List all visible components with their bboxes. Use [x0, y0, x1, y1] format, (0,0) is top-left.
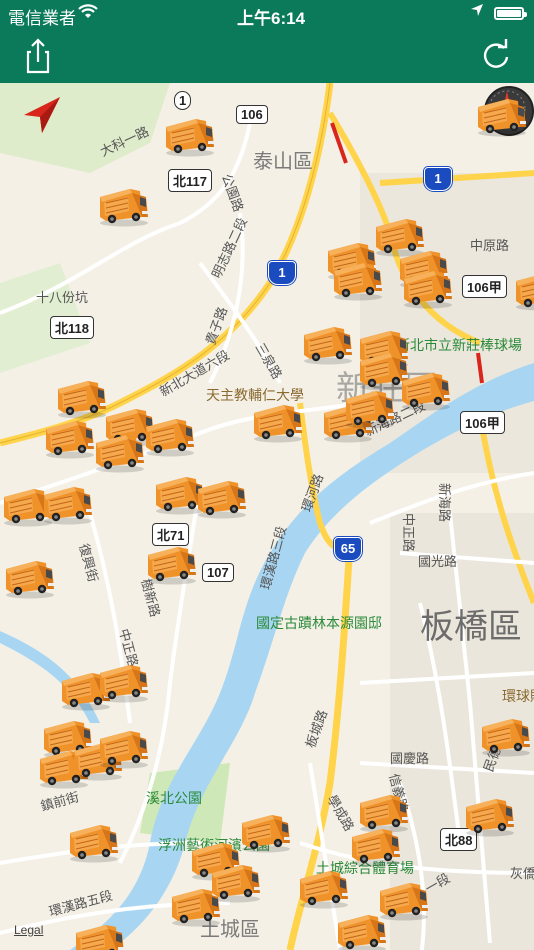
poi-label: 國定古蹟林本源園邸 [256, 615, 382, 631]
garbage-truck-icon [296, 863, 352, 909]
locate-me-button[interactable] [20, 95, 62, 137]
road-label: 中原路 [470, 238, 510, 253]
garbage-truck-marker[interactable] [144, 539, 200, 585]
garbage-truck-marker[interactable] [250, 397, 306, 443]
garbage-truck-marker[interactable] [162, 111, 218, 157]
garbage-truck-icon [72, 917, 128, 950]
garbage-truck-icon [142, 411, 198, 457]
garbage-truck-marker[interactable] [348, 821, 404, 867]
poi-label: 新北市立新莊棒球場 [396, 337, 522, 353]
road-label: 國慶路 [390, 751, 430, 766]
garbage-truck-marker[interactable] [238, 807, 294, 853]
garbage-truck-marker[interactable] [142, 411, 198, 457]
road-label: 十八份坑 [36, 290, 89, 305]
refresh-button[interactable] [476, 36, 516, 76]
garbage-truck-icon [250, 397, 306, 443]
garbage-truck-icon [96, 723, 152, 769]
garbage-truck-icon [512, 265, 534, 311]
poi-label: 環球購 [502, 688, 534, 704]
garbage-truck-icon [42, 413, 98, 459]
freeway-shield: 65 [334, 537, 362, 561]
garbage-truck-icon [40, 479, 96, 525]
road-label: 灰僑 [510, 866, 534, 881]
clock: 上午6:14 [237, 9, 306, 28]
garbage-truck-icon [398, 365, 454, 411]
route-shield: 1 [174, 91, 192, 110]
battery-icon [494, 7, 527, 20]
garbage-truck-icon [330, 255, 386, 301]
garbage-truck-marker[interactable] [2, 553, 58, 599]
garbage-truck-icon [144, 539, 200, 585]
garbage-truck-marker[interactable] [398, 365, 454, 411]
garbage-truck-marker[interactable] [96, 181, 152, 227]
garbage-truck-marker[interactable] [462, 791, 518, 837]
garbage-truck-marker[interactable] [300, 319, 356, 365]
freeway-shield: 1 [424, 167, 452, 191]
garbage-truck-marker[interactable] [342, 383, 398, 429]
garbage-truck-marker[interactable] [66, 817, 122, 863]
garbage-truck-marker[interactable] [512, 265, 534, 311]
garbage-truck-marker[interactable] [330, 255, 386, 301]
garbage-truck-icon [2, 553, 58, 599]
garbage-truck-icon [300, 319, 356, 365]
carrier-label: 電信業者 [8, 9, 76, 28]
garbage-truck-icon [462, 791, 518, 837]
garbage-truck-icon [92, 427, 148, 473]
garbage-truck-icon [238, 807, 294, 853]
garbage-truck-icon [96, 181, 152, 227]
garbage-truck-icon [96, 657, 152, 703]
garbage-truck-marker[interactable] [96, 723, 152, 769]
map-view[interactable]: 泰山區 板橋區 新莊區 土城區 大科一路 公園路 明志路二段 十八份坑 貴子路 … [0, 83, 534, 950]
garbage-truck-marker[interactable] [474, 91, 530, 137]
garbage-truck-marker[interactable] [168, 881, 224, 927]
garbage-truck-icon [348, 821, 404, 867]
road-label: 國光路 [418, 554, 458, 569]
refresh-icon [483, 39, 509, 68]
freeway-shield: 1 [268, 261, 296, 285]
garbage-truck-marker[interactable] [92, 427, 148, 473]
garbage-truck-icon [334, 907, 390, 950]
garbage-truck-marker[interactable] [96, 657, 152, 703]
navigation-bar [0, 28, 534, 83]
route-shield: 北117 [168, 169, 212, 192]
garbage-truck-icon [474, 91, 530, 137]
location-arrow-icon [24, 97, 60, 133]
garbage-truck-marker[interactable] [40, 479, 96, 525]
route-shield: 107 [202, 563, 234, 582]
district-label: 泰山區 [253, 151, 313, 173]
wifi-icon [78, 4, 98, 25]
share-button[interactable] [18, 36, 58, 76]
status-bar: 電信業者 上午6:14 [0, 0, 534, 28]
district-label: 板橋區 [420, 608, 522, 646]
location-services-icon [470, 3, 484, 22]
garbage-truck-marker[interactable] [400, 263, 456, 309]
poi-label: 溪北公園 [146, 790, 202, 806]
route-shield: 106甲 [460, 411, 505, 434]
route-shield: 106甲 [462, 275, 507, 298]
garbage-truck-marker[interactable] [194, 473, 250, 519]
garbage-truck-marker[interactable] [72, 917, 128, 950]
garbage-truck-marker[interactable] [334, 907, 390, 950]
garbage-truck-marker[interactable] [42, 413, 98, 459]
route-shield: 北118 [50, 316, 94, 339]
garbage-truck-icon [400, 263, 456, 309]
garbage-truck-icon [162, 111, 218, 157]
garbage-truck-icon [194, 473, 250, 519]
garbage-truck-icon [342, 383, 398, 429]
garbage-truck-icon [66, 817, 122, 863]
road-label: 新海路 [437, 482, 453, 523]
road-label: 中正路 [401, 512, 417, 553]
share-icon [26, 38, 50, 74]
garbage-truck-marker[interactable] [296, 863, 352, 909]
garbage-truck-icon [478, 711, 534, 757]
route-shield: 106 [236, 105, 268, 124]
legal-link[interactable]: Legal [14, 923, 43, 937]
garbage-truck-icon [168, 881, 224, 927]
garbage-truck-marker[interactable] [478, 711, 534, 757]
